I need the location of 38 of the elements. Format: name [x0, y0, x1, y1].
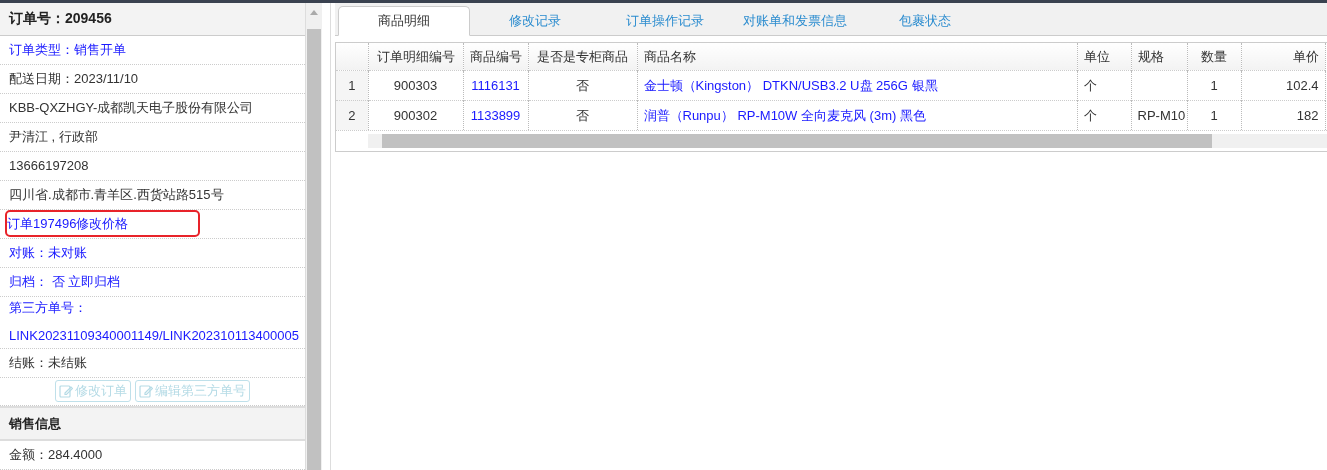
scrollbar[interactable]	[306, 3, 322, 470]
table-cell: 1	[1187, 70, 1241, 101]
order-info: KBB-QXZHGY-成都凯天电子股份有限公司	[9, 99, 254, 115]
horizontal-scrollbar[interactable]	[368, 134, 1327, 148]
table-cell: 个	[1077, 70, 1131, 101]
pencil-icon	[59, 384, 73, 399]
link-cell[interactable]: 金士顿（Kingston） DTKN/USB3.2 U盘 256G 银黑	[637, 70, 1077, 101]
order-info: 配送日期：2023/11/10	[9, 70, 139, 86]
column-header[interactable]: 商品编号	[463, 43, 528, 71]
order-info: 13666197208	[9, 157, 89, 173]
table-cell	[1131, 70, 1187, 101]
order-link[interactable]: 归档： 否 立即归档	[9, 273, 121, 289]
tab[interactable]: 商品明细	[338, 6, 470, 36]
column-header[interactable]: 规格	[1131, 43, 1187, 71]
section-title: 销售信息	[0, 406, 305, 441]
order-link[interactable]: 对账：未对账	[9, 244, 87, 260]
row-number: 1	[336, 70, 368, 101]
order-info: 尹清江 , 行政部	[9, 128, 98, 144]
table-cell: 102.4	[1241, 70, 1325, 101]
order-info: 结账：未结账	[9, 354, 87, 370]
column-header[interactable]: 数量	[1187, 43, 1241, 71]
order-link[interactable]: 第三方单号：	[9, 300, 87, 316]
order-number-title: 订单号：209456	[0, 3, 305, 36]
link-cell[interactable]: 1116131	[463, 70, 528, 101]
order-link[interactable]: 订单197496修改价格	[7, 211, 199, 235]
scroll-up-icon[interactable]	[310, 9, 318, 15]
column-header[interactable]: 订单明细编号	[368, 43, 463, 71]
table-cell: 900303	[368, 70, 463, 101]
column-header[interactable]: 是否是专柜商品	[528, 43, 637, 71]
order-link[interactable]: 订单类型：销售开单	[9, 41, 126, 57]
amount-text: 金额：284.4000	[9, 446, 104, 464]
column-header[interactable]: 商品名称	[637, 43, 1077, 71]
column-header[interactable]: 单价	[1241, 43, 1325, 71]
row-number: 2	[336, 100, 368, 130]
pencil-icon	[139, 384, 153, 399]
order-info: 四川省.成都市.青羊区.西货站路515号	[9, 186, 224, 202]
table-cell: 否	[528, 70, 637, 101]
column-header[interactable]: 单位	[1077, 43, 1131, 71]
